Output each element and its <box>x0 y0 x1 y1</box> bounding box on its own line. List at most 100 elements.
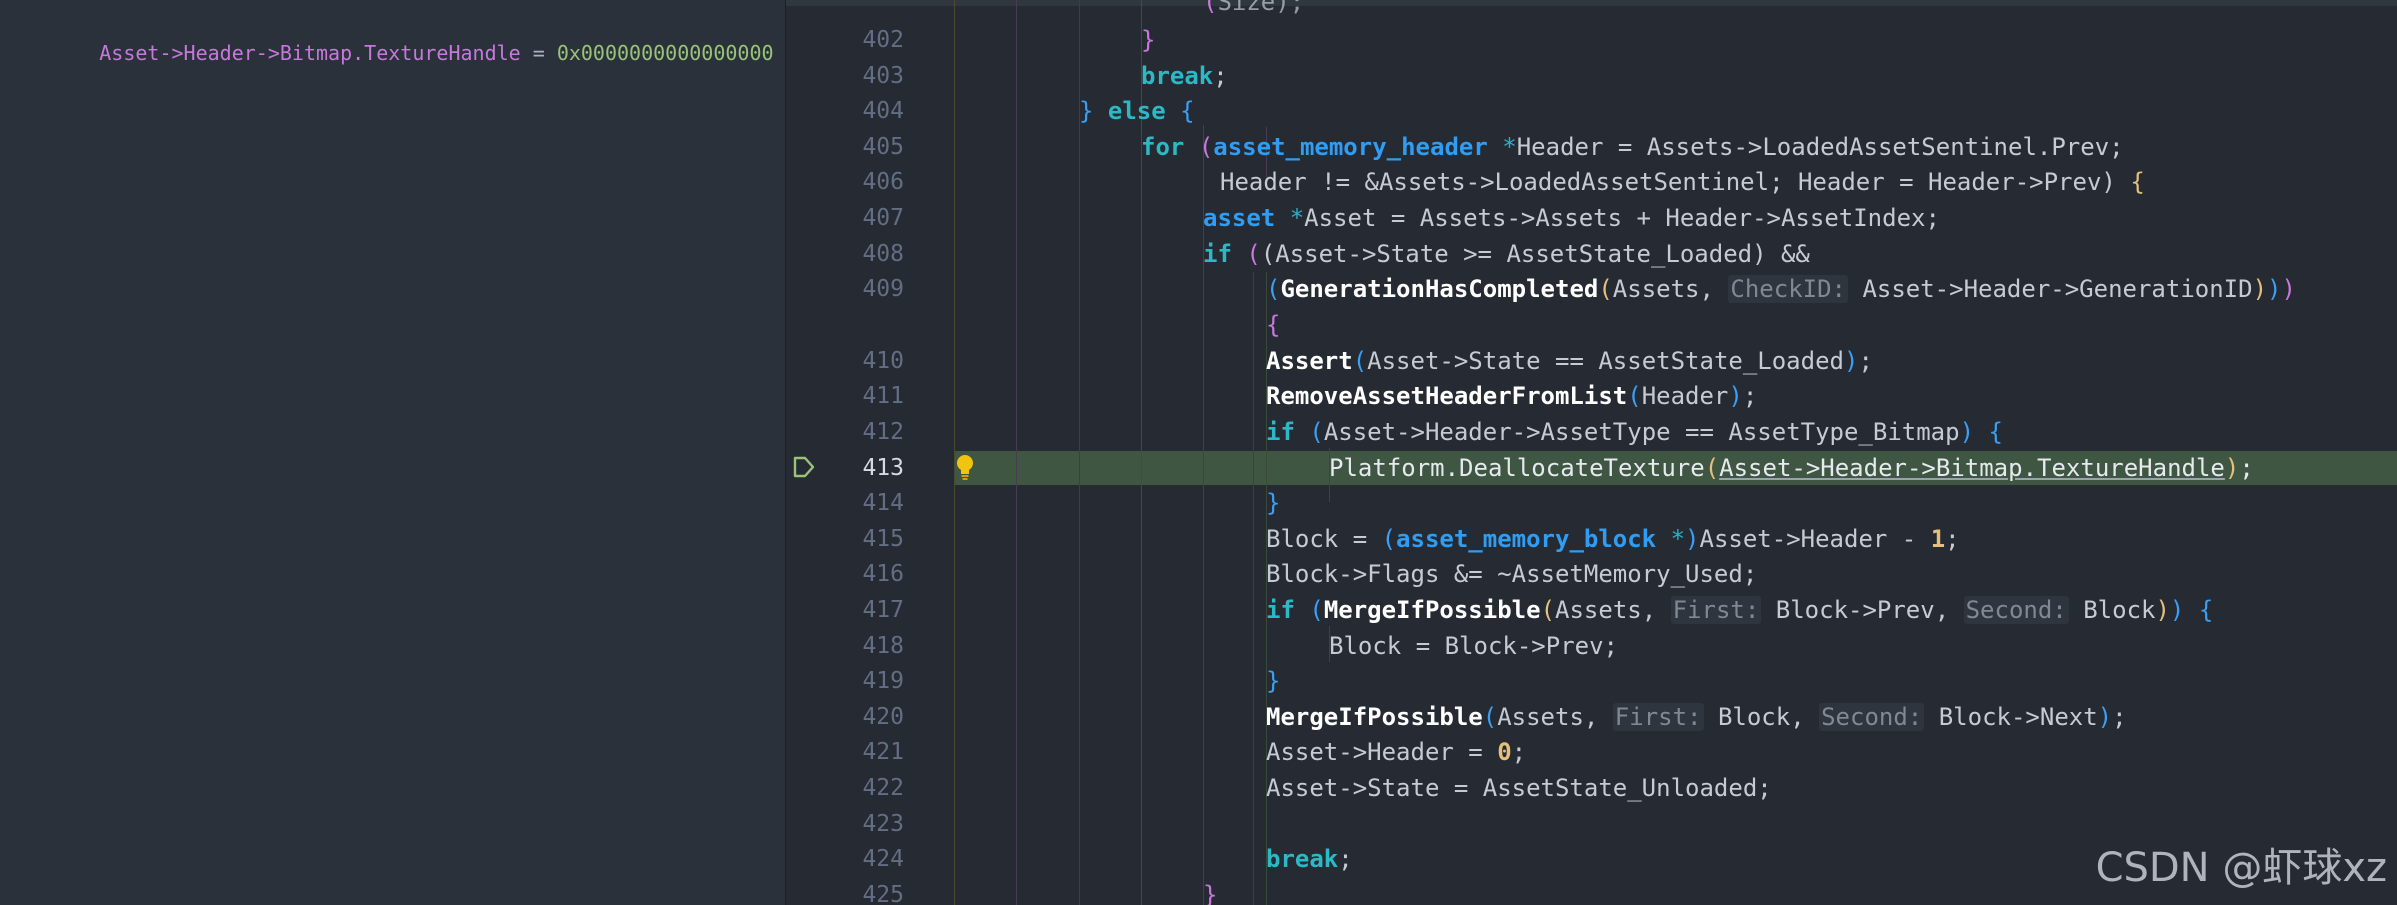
code-text: Block->Flags &= ~AssetMemory_Used; <box>1266 560 1758 588</box>
code-line: break; <box>1141 62 1228 90</box>
code-text: Block = Block->Prev; <box>1329 632 1618 660</box>
keyword: for <box>1141 133 1185 161</box>
code-line: Assert(Asset->State == AssetState_Loaded… <box>1266 347 1873 375</box>
line-number: 420 <box>862 704 904 730</box>
code-line: MergeIfPossible(Assets, First: Block, Se… <box>1266 703 2127 731</box>
inlay-hint: First: <box>1670 596 1762 624</box>
editor-top-border <box>786 0 2397 6</box>
line-number: 402 <box>862 27 904 53</box>
code-line: Block = Block->Prev; <box>1329 628 1618 664</box>
line-number: 405 <box>862 134 904 160</box>
code-line: Block->Flags &= ~AssetMemory_Used; <box>1266 556 1757 592</box>
code-text: Block->Next <box>1938 703 2098 731</box>
line-number: 410 <box>862 348 904 374</box>
line-number: 407 <box>862 205 904 231</box>
indent-guide <box>1253 272 1254 905</box>
code-line: } else { <box>1079 97 1195 125</box>
code-text: Assets, <box>1612 275 1729 303</box>
keyword: if <box>1266 596 1295 624</box>
code-text: Block = <box>1266 525 1382 553</box>
code-line: Asset->Header = 0; <box>1266 738 1527 766</box>
code-line: } <box>1203 881 1218 905</box>
line-number: 417 <box>862 597 904 623</box>
code-text: Block <box>2083 596 2156 624</box>
code-text: (Asset->State >= AssetState_Loaded) && <box>1260 240 1810 268</box>
watch-value: 0x0000000000000000 <box>556 41 774 65</box>
function-name: MergeIfPossible <box>1323 596 1541 624</box>
line-number: 424 <box>862 846 904 872</box>
line-number: 422 <box>862 775 904 801</box>
watch-entry[interactable]: Asset->Header->Bitmap.TextureHandle = 0x… <box>27 14 774 92</box>
function-name: MergeIfPossible <box>1266 703 1483 731</box>
debugger-window: Asset->Header->Bitmap.TextureHandle = 0x… <box>0 0 2397 905</box>
number-literal: 1 <box>1930 525 1946 553</box>
code-text: Header <box>1641 382 1729 410</box>
keyword: if <box>1266 418 1295 446</box>
type-name: asset <box>1203 204 1276 232</box>
code-line: if (Asset->Header->AssetType == AssetTyp… <box>1266 418 2003 446</box>
code-text: Header != &Assets->LoadedAssetSentinel; … <box>1220 168 2116 196</box>
code-line: if ((Asset->State >= AssetState_Loaded) … <box>1203 240 1810 268</box>
code-text: Asset->Header = <box>1266 738 1498 766</box>
line-number: 412 <box>862 419 904 445</box>
code-text: Asset = Assets->Assets + Header->AssetIn… <box>1304 204 1940 232</box>
line-number: 409 <box>862 276 904 302</box>
line-number: 421 <box>862 739 904 765</box>
inlay-hint: CheckID: <box>1728 275 1848 303</box>
code-text: Header = Assets->LoadedAssetSentinel.Pre… <box>1516 133 2124 161</box>
watch-equals: = <box>520 41 557 65</box>
inlay-hint: First: <box>1612 703 1704 731</box>
code-text: Block->Prev, <box>1775 596 1964 624</box>
keyword: if <box>1203 240 1232 268</box>
keyword: break <box>1266 845 1339 873</box>
lightbulb-icon[interactable] <box>954 453 976 481</box>
watch-expression: Asset->Header->Bitmap.TextureHandle <box>99 41 521 65</box>
code-line: if (MergeIfPossible(Assets, First: Block… <box>1266 596 2214 624</box>
code-line: } <box>1266 489 1281 517</box>
code-text: Platform.DeallocateTexture <box>1329 454 1705 482</box>
code-line-current: Platform.DeallocateTexture(Asset->Header… <box>1329 454 2254 482</box>
line-number: 416 <box>862 561 904 587</box>
line-number: 403 <box>862 63 904 89</box>
indent-guide <box>1079 0 1080 905</box>
line-number: 406 <box>862 169 904 195</box>
code-text: Asset->State == AssetState_Loaded <box>1367 347 1844 375</box>
code-text: Size); <box>1217 0 1305 16</box>
code-text: Asset->Header->AssetType == AssetType_Bi… <box>1323 418 1960 446</box>
code-line: Asset->State = AssetState_Unloaded; <box>1266 770 1772 806</box>
function-name: GenerationHasCompleted <box>1280 275 1599 303</box>
code-editor[interactable]: 402 403 404 405 406 407 408 409 410 411 … <box>786 0 2397 905</box>
function-name: Assert <box>1266 347 1353 375</box>
line-number: 423 <box>862 811 904 837</box>
watch-panel: Asset->Header->Bitmap.TextureHandle = 0x… <box>0 0 786 905</box>
line-number: 425 <box>862 882 904 905</box>
line-number: 404 <box>862 98 904 124</box>
line-number: 411 <box>862 383 904 409</box>
type-name: asset_memory_header <box>1213 133 1488 161</box>
indent-guide <box>1016 0 1017 905</box>
code-text: Asset->Header - <box>1699 525 1931 553</box>
code-line: (GenerationHasCompleted(Assets, CheckID:… <box>1266 275 2296 303</box>
code-line: break; <box>1266 845 1353 873</box>
keyword: break <box>1141 62 1214 90</box>
code-line: Header != &Assets->LoadedAssetSentinel; … <box>1220 168 2145 196</box>
line-number: 414 <box>862 490 904 516</box>
code-line: for (asset_memory_header *Header = Asset… <box>1141 133 2124 161</box>
inlay-hint: Second: <box>1819 703 1925 731</box>
code-text: Asset->State = AssetState_Unloaded; <box>1266 774 1772 802</box>
code-text: Asset->Header->Bitmap.TextureHandle <box>1719 454 2225 482</box>
code-text: Assets, <box>1497 703 1613 731</box>
code-line: (Size); <box>1203 0 1304 20</box>
line-number-current: 413 <box>862 455 904 481</box>
code-text: Asset->Header->GenerationID <box>1862 275 2253 303</box>
watermark: CSDN @虾球xz <box>2095 845 2387 891</box>
type-name: asset_memory_block <box>1396 525 1657 553</box>
code-line: Block = (asset_memory_block *)Asset->Hea… <box>1266 525 1960 553</box>
line-number: 419 <box>862 668 904 694</box>
line-number: 408 <box>862 241 904 267</box>
code-line: } <box>1141 26 1156 54</box>
inlay-hint: Second: <box>1963 596 2069 624</box>
code-text: Block, <box>1717 703 1820 731</box>
function-name: RemoveAssetHeaderFromList <box>1266 382 1628 410</box>
code-line: asset *Asset = Assets->Assets + Header->… <box>1203 204 1940 232</box>
